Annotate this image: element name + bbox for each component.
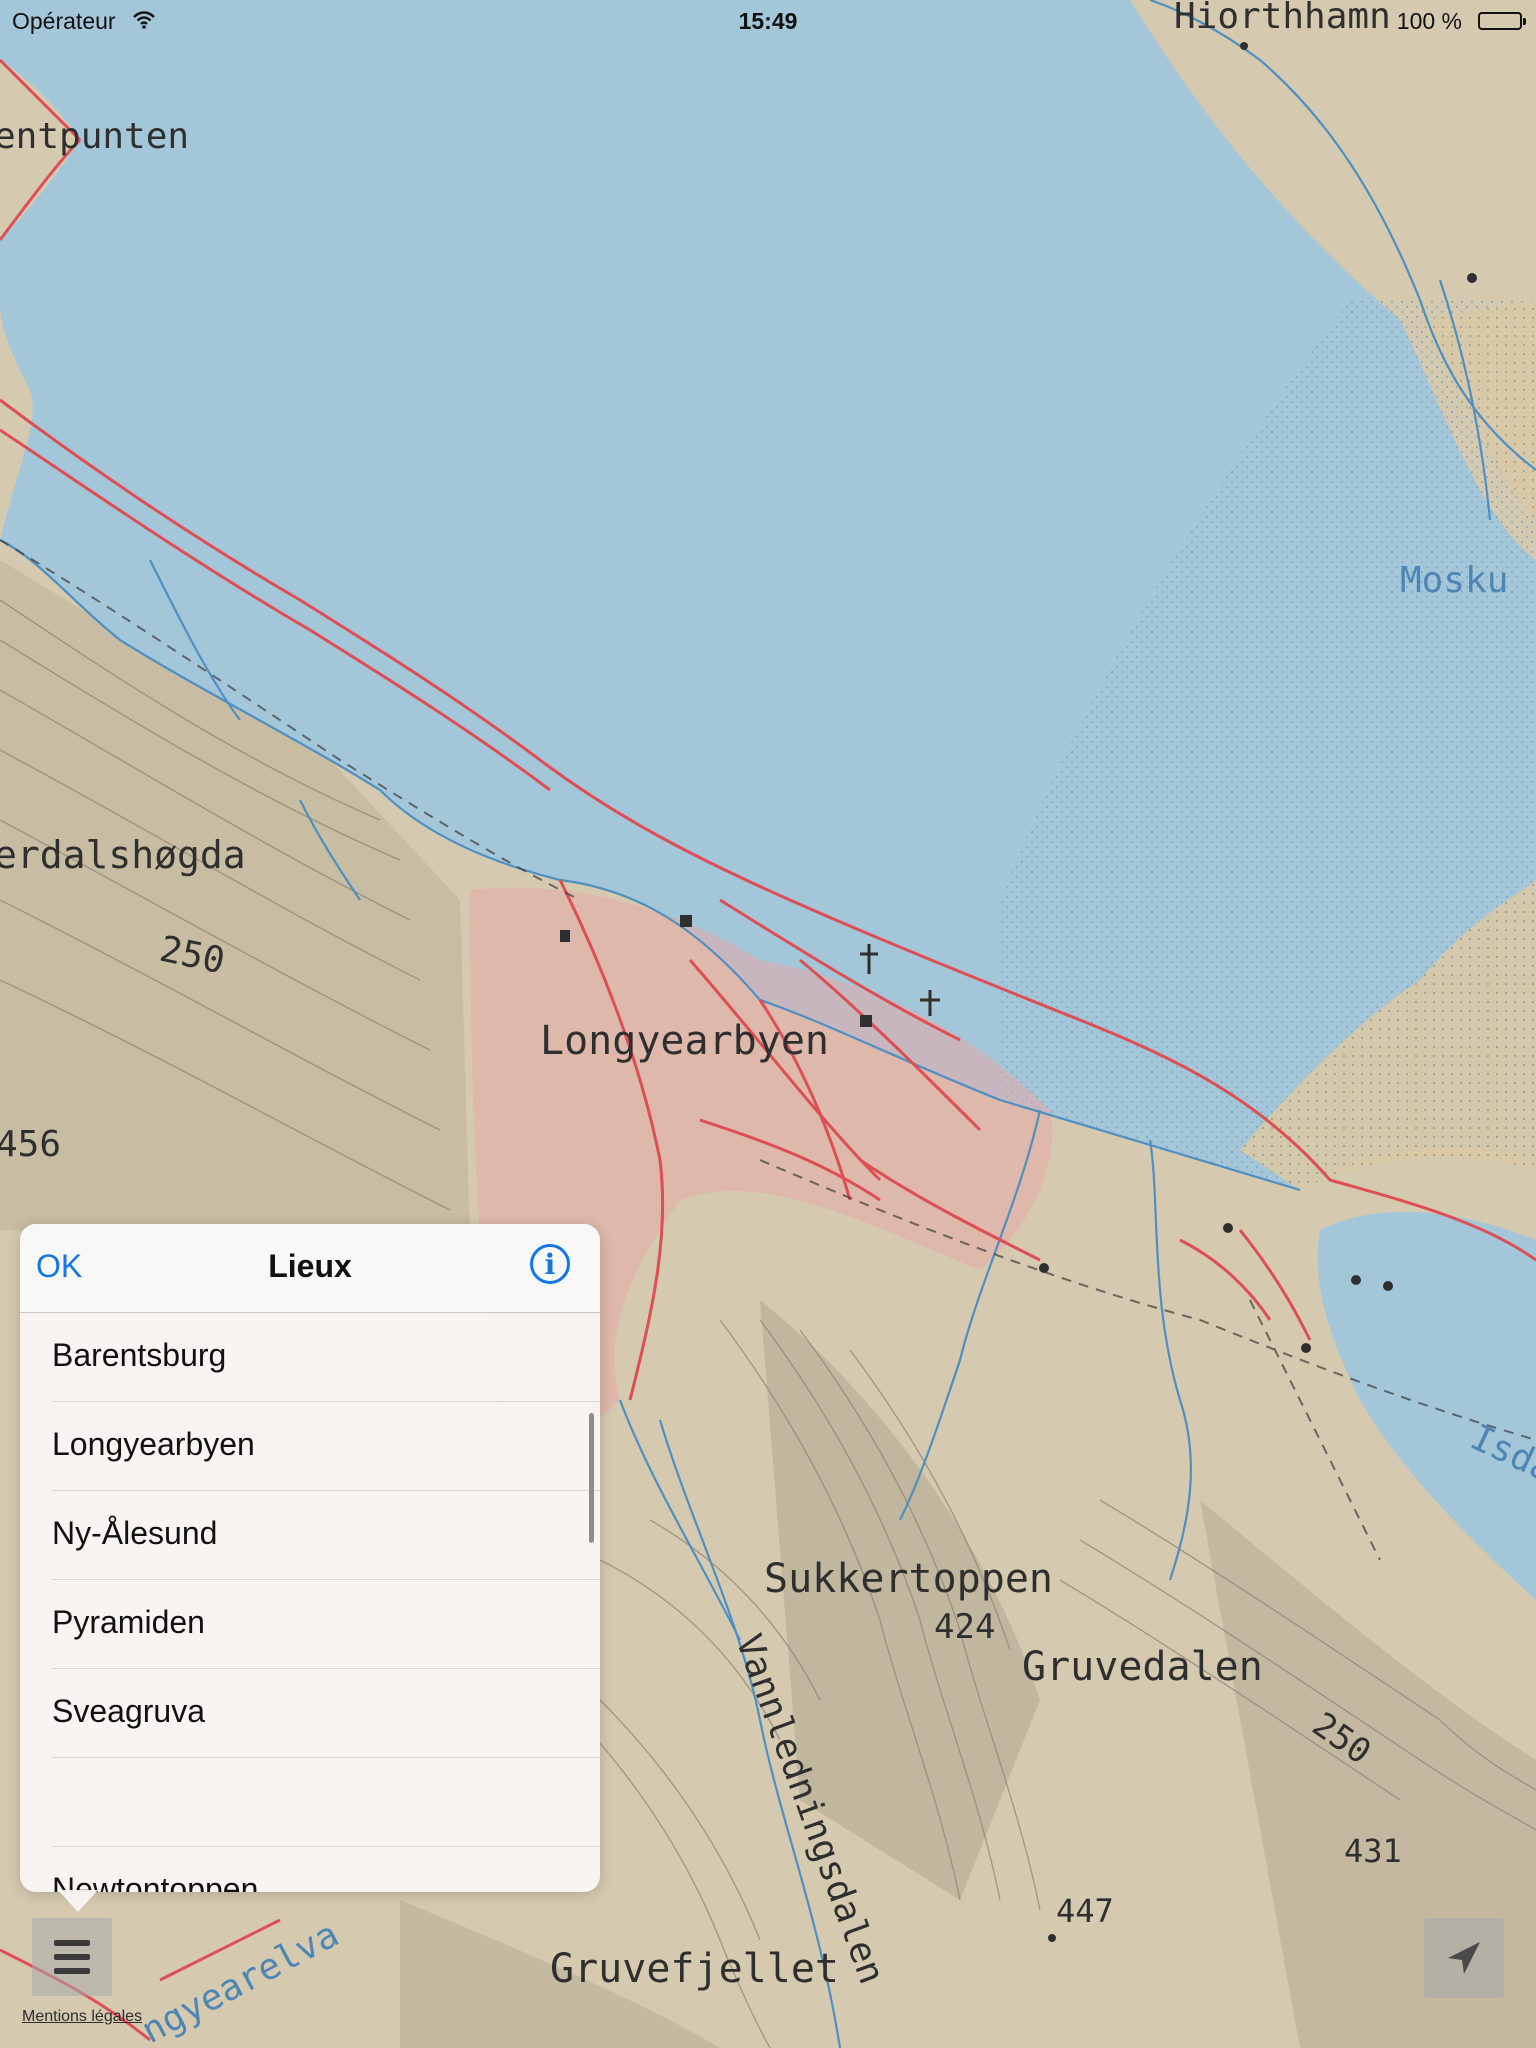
list-item-label: Sveagruva <box>52 1693 205 1729</box>
battery-percentage: 100 % <box>1396 8 1462 34</box>
label-gruvedalen: Gruvedalen <box>1022 1644 1263 1690</box>
legal-notice-link[interactable]: Mentions légales <box>22 2008 142 2026</box>
list-item-label: Newtontoppen <box>52 1871 259 1892</box>
menu-button[interactable] <box>32 1918 112 1996</box>
list-item-barentsburg[interactable]: Barentsburg <box>52 1313 600 1402</box>
places-popover: OK Lieux i Barentsburg Longyearbyen Ny-Å… <box>20 1224 600 1892</box>
popover-header: OK Lieux i <box>20 1224 600 1313</box>
popover-arrow <box>58 1890 98 1912</box>
label-moskus: Mosku <box>1400 560 1508 601</box>
list-item-label: Longyearbyen <box>52 1426 255 1462</box>
scrollbar[interactable] <box>589 1413 594 1543</box>
label-sukkertoppen: Sukkertoppen <box>764 1556 1053 1602</box>
label-longyearbyen: Longyearbyen <box>540 1018 829 1064</box>
battery-icon <box>1478 12 1526 30</box>
label-verdalshogda: erdalshøgda <box>0 833 246 877</box>
list-item-sveagruva[interactable]: Sveagruva <box>52 1669 600 1758</box>
list-item-longyearbyen[interactable]: Longyearbyen <box>52 1402 600 1491</box>
places-list[interactable]: Barentsburg Longyearbyen Ny-Ålesund Pyra… <box>20 1313 600 1892</box>
label-431: 431 <box>1344 1832 1402 1870</box>
list-item-label: Ny-Ålesund <box>52 1515 218 1551</box>
list-item-label: Barentsburg <box>52 1337 227 1373</box>
label-456: 456 <box>0 1124 61 1165</box>
location-arrow-icon <box>1448 1942 1480 1974</box>
label-gruvefjellet: Gruvefjellet <box>550 1946 839 1992</box>
status-bar: Opérateur 15:49 100 % <box>0 0 1536 40</box>
popover-title: Lieux <box>268 1248 352 1284</box>
label-447: 447 <box>1056 1892 1114 1930</box>
list-item-pyramiden[interactable]: Pyramiden <box>52 1580 600 1669</box>
label-424: 424 <box>934 1607 995 1647</box>
info-icon[interactable]: i <box>530 1244 570 1284</box>
clock: 15:49 <box>738 8 798 34</box>
list-item-newtontoppen[interactable]: Newtontoppen <box>52 1847 600 1892</box>
list-item-ny-alesund[interactable]: Ny-Ålesund <box>52 1491 600 1580</box>
list-item-empty[interactable] <box>52 1758 600 1847</box>
list-item-label: Pyramiden <box>52 1604 205 1640</box>
label-sentpunten: entpunten <box>0 116 189 157</box>
locate-button[interactable] <box>1424 1918 1504 1998</box>
